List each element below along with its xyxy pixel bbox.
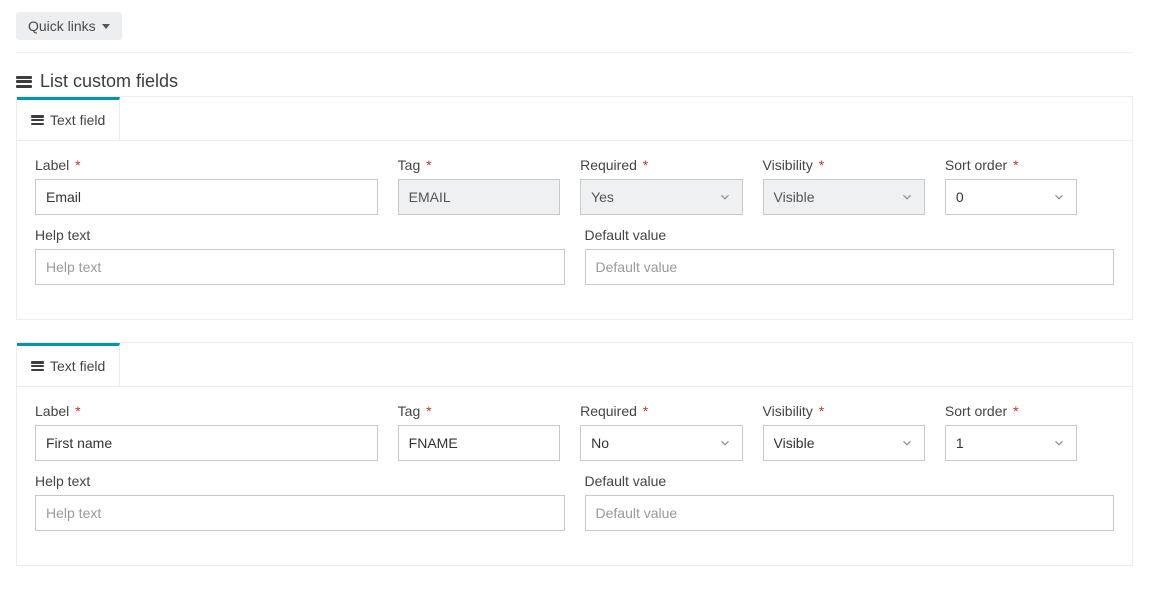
label-default-value: Default value — [585, 227, 1115, 243]
tab-text-field[interactable]: Text field — [17, 343, 120, 386]
label-tag: Tag * — [398, 157, 560, 173]
label-input[interactable] — [35, 179, 378, 215]
sort-order-select[interactable]: 1 — [945, 425, 1077, 461]
tab-label: Text field — [50, 358, 105, 374]
visibility-select: Visible — [763, 179, 925, 215]
tab-text-field[interactable]: Text field — [17, 97, 120, 140]
quicklinks-bar: Quick links — [16, 8, 1133, 53]
list-icon — [31, 361, 44, 371]
label-tag: Tag * — [398, 403, 560, 419]
required-select[interactable]: No — [580, 425, 742, 461]
tag-input — [398, 179, 560, 215]
visibility-select[interactable]: Visible — [763, 425, 925, 461]
required-value: Yes — [591, 189, 614, 205]
tab-bar: Text field — [17, 343, 1132, 387]
sort-order-value: 1 — [956, 435, 964, 451]
quicklinks-label: Quick links — [28, 18, 96, 34]
field-card: Text field Label * Tag * Required * Yes — [16, 96, 1133, 320]
label-help-text: Help text — [35, 227, 565, 243]
label-label: Label * — [35, 157, 378, 173]
list-icon — [31, 115, 44, 125]
chevron-down-icon — [900, 190, 914, 204]
help-text-input[interactable] — [35, 495, 565, 531]
label-sort-order: Sort order * — [945, 403, 1077, 419]
chevron-down-icon — [1052, 436, 1066, 450]
field-card: Text field Label * Tag * Required * No — [16, 342, 1133, 566]
list-icon — [16, 76, 32, 88]
chevron-down-icon — [1052, 190, 1066, 204]
label-required: Required * — [580, 157, 742, 173]
tag-input[interactable] — [398, 425, 560, 461]
label-default-value: Default value — [585, 473, 1115, 489]
label-help-text: Help text — [35, 473, 565, 489]
sort-order-select[interactable]: 0 — [945, 179, 1077, 215]
label-input[interactable] — [35, 425, 378, 461]
label-required: Required * — [580, 403, 742, 419]
chevron-down-icon — [718, 190, 732, 204]
quicklinks-button[interactable]: Quick links — [16, 12, 122, 40]
page-title-text: List custom fields — [40, 71, 178, 92]
page-title: List custom fields — [16, 71, 1133, 92]
label-visibility: Visibility * — [763, 157, 925, 173]
label-label: Label * — [35, 403, 378, 419]
default-value-input[interactable] — [585, 249, 1115, 285]
sort-order-value: 0 — [956, 189, 964, 205]
chevron-down-icon — [900, 436, 914, 450]
tab-label: Text field — [50, 112, 105, 128]
visibility-value: Visible — [774, 435, 815, 451]
label-sort-order: Sort order * — [945, 157, 1077, 173]
chevron-down-icon — [718, 436, 732, 450]
required-select: Yes — [580, 179, 742, 215]
required-value: No — [591, 435, 609, 451]
tab-bar: Text field — [17, 97, 1132, 141]
label-visibility: Visibility * — [763, 403, 925, 419]
default-value-input[interactable] — [585, 495, 1115, 531]
visibility-value: Visible — [774, 189, 815, 205]
caret-down-icon — [102, 24, 110, 29]
help-text-input[interactable] — [35, 249, 565, 285]
